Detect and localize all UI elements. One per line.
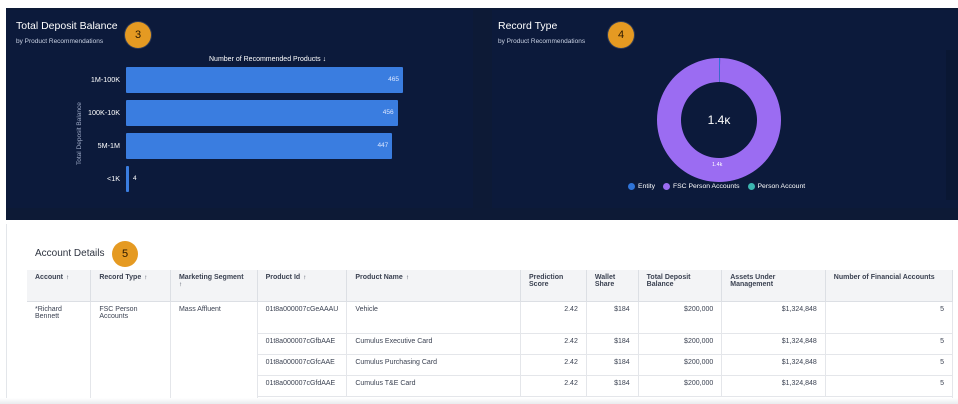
cell-wallet-share: $184 bbox=[586, 333, 639, 355]
column-header-record-type[interactable]: Record Type ↑ bbox=[90, 270, 171, 302]
cell-aum: $1,324,848 bbox=[721, 354, 826, 376]
cell-product-name: Cumulus Purchasing Card bbox=[346, 354, 522, 376]
cell-aum: $1,324,848 bbox=[721, 301, 826, 334]
bar-1M-100K[interactable] bbox=[126, 67, 404, 93]
step-badge-5: 5 bbox=[112, 241, 138, 267]
legend-label-person-account: Person Account bbox=[757, 183, 806, 190]
record-chart-subtitle: by Product Recommendations bbox=[498, 38, 586, 45]
cell-wallet-share: $184 bbox=[586, 354, 639, 376]
cell-aum: $1,324,848 bbox=[721, 333, 826, 355]
cell-total-deposit: $200,000 bbox=[638, 354, 723, 376]
legend-dot-person-account bbox=[747, 183, 755, 190]
cell-wallet-share: $184 bbox=[586, 301, 639, 334]
column-header-total-deposit-balance[interactable]: Total Deposit Balance bbox=[638, 270, 723, 302]
account-details-table: Account ↑ Record Type ↑ Marketing Segment ↑… bbox=[27, 270, 954, 404]
cell-total-deposit: $200,000 bbox=[638, 375, 723, 397]
cell-marketing-segment: Mass Affluent bbox=[170, 301, 258, 404]
bar-category-label: <1K bbox=[107, 174, 120, 183]
account-details-panel: Account Details 5 Account ↑ Record Type ↑ … bbox=[6, 224, 954, 404]
cell-financial-accounts: 5 bbox=[825, 375, 954, 397]
cell-total-deposit: $200,000 bbox=[638, 333, 723, 355]
deposit-chart-card: Total Deposit Balance by Product Recomme… bbox=[6, 10, 473, 208]
cell-product-name: Cumulus T&E Card bbox=[346, 375, 522, 397]
cell-financial-accounts: 5 bbox=[825, 333, 954, 355]
account-details-title: Account Details bbox=[35, 248, 105, 259]
cell-financial-accounts: 5 bbox=[825, 354, 954, 376]
cell-prediction-score: 2.42 bbox=[520, 354, 587, 376]
column-header-product-id[interactable]: Product Id ↑ bbox=[257, 270, 348, 302]
deposit-chart-subtitle: by Product Recommendations bbox=[16, 38, 104, 45]
table-row[interactable]: *Richard Bennett FSC Person Accounts Mas… bbox=[27, 301, 954, 404]
cell-product-id: 01t8a000007cGfdAAE bbox=[257, 375, 348, 397]
cell-prediction-score: 2.42 bbox=[520, 333, 587, 355]
sort-icon: ↑ bbox=[178, 281, 183, 288]
table-header-row: Account ↑ Record Type ↑ Marketing Segment ↑… bbox=[27, 270, 954, 302]
cell-account[interactable]: *Richard Bennett bbox=[27, 301, 92, 404]
scroll-edge bbox=[946, 50, 958, 200]
cell-financial-accounts: 5 bbox=[825, 301, 954, 334]
cell-total-deposit: $200,000 bbox=[638, 301, 723, 334]
column-header-product-name[interactable]: Product Name ↑ bbox=[346, 270, 522, 302]
legend-label-entity: Entity bbox=[638, 183, 655, 190]
column-header-number-of-financial-accounts[interactable]: Number of Financial Accounts bbox=[825, 270, 954, 302]
column-header-prediction-score[interactable]: Prediction Score bbox=[520, 270, 587, 302]
record-type-donut[interactable]: 1.4κ 1.4k bbox=[655, 56, 783, 184]
cell-prediction-score: 2.42 bbox=[520, 301, 587, 334]
bar-value-label: 447 bbox=[377, 142, 389, 149]
legend-label-fsc: FSC Person Accounts bbox=[673, 183, 740, 190]
bar-value-label: 465 bbox=[388, 76, 400, 83]
legend-item-person-account[interactable]: Person Account bbox=[747, 183, 806, 190]
column-header-account[interactable]: Account ↑ bbox=[27, 270, 92, 302]
sort-icon: ↑ bbox=[303, 274, 307, 281]
bar-category-label: 5M-1M bbox=[97, 141, 120, 150]
cell-product-id: 01t8a000007cGfbAAE bbox=[257, 333, 348, 355]
step-badge-3: 3 bbox=[125, 22, 151, 48]
bar-category-label: 100K-10K bbox=[88, 108, 120, 117]
column-header-marketing-segment[interactable]: Marketing Segment ↑ bbox=[170, 270, 258, 302]
column-header-assets-under-management[interactable]: Assets Under Management bbox=[721, 270, 826, 302]
cell-prediction-score: 2.42 bbox=[520, 375, 587, 397]
legend-item-fsc-person-accounts[interactable]: FSC Person Accounts bbox=[663, 183, 740, 190]
bar-100K-10K[interactable] bbox=[126, 100, 398, 126]
bar-category-label: 1M-100K bbox=[90, 75, 120, 84]
cell-wallet-share: $184 bbox=[586, 375, 639, 397]
deposit-chart-title: Total Deposit Balance bbox=[16, 20, 118, 32]
donut-legend: Entity FSC Person Accounts Person Accoun… bbox=[628, 183, 805, 190]
bar-value-label: 456 bbox=[382, 109, 394, 116]
bottom-edge-shadow bbox=[0, 398, 958, 404]
legend-dot-entity bbox=[628, 183, 635, 190]
legend-item-entity[interactable]: Entity bbox=[628, 183, 655, 190]
donut-slice-label: 1.4k bbox=[712, 162, 723, 168]
bar-5M-1M[interactable] bbox=[126, 133, 393, 159]
sort-icon: ↑ bbox=[66, 274, 70, 281]
cell-aum: $1,324,848 bbox=[721, 375, 826, 397]
cell-product-id: 01t8a000007cGfcAAE bbox=[257, 354, 348, 376]
cell-record-type: FSC Person Accounts bbox=[90, 301, 171, 404]
legend-dot-fsc bbox=[663, 183, 670, 190]
step-badge-4: 4 bbox=[608, 22, 634, 48]
cell-product-id: 01t8a000007cGeAAAU bbox=[257, 301, 348, 334]
cell-product-name: Vehicle bbox=[346, 301, 522, 334]
bar-x-axis-title: Number of Recommended Products ↓ bbox=[209, 56, 327, 63]
column-header-wallet-share[interactable]: Wallet Share bbox=[586, 270, 639, 302]
sort-icon: ↑ bbox=[405, 274, 410, 281]
bar-<1K[interactable] bbox=[126, 166, 129, 192]
bar-value-label: 4 bbox=[133, 175, 137, 182]
record-chart-title: Record Type bbox=[498, 20, 558, 32]
sort-icon: ↑ bbox=[144, 274, 148, 281]
cell-product-name: Cumulus Executive Card bbox=[346, 333, 522, 355]
